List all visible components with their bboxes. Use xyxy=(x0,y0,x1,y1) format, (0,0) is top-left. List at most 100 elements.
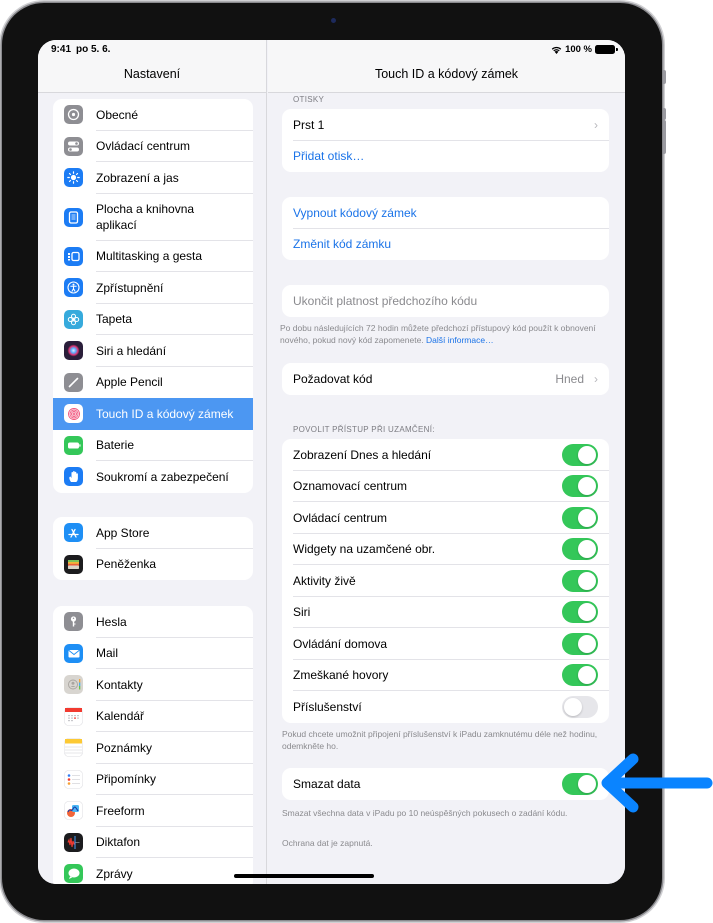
add-fingerprint-link[interactable]: Přidat otisk… xyxy=(293,149,364,163)
lock-access-toggle[interactable] xyxy=(562,695,598,718)
sidebar-item-label: Připomínky xyxy=(96,772,157,787)
require-passcode-value: Hned xyxy=(555,371,584,386)
home-indicator[interactable] xyxy=(234,874,374,878)
lock-access-toggle[interactable] xyxy=(562,538,598,561)
expire-previous-passcode-button[interactable]: Ukončit platnost předchozího kódu xyxy=(293,294,477,308)
lock-access-row: Příslušenství xyxy=(282,691,609,723)
learn-more-link[interactable]: Další informace… xyxy=(426,335,494,345)
detail-pane: Touch ID a kódový zámek OTISKY Prst 1 › … xyxy=(268,40,625,884)
lock-access-toggle[interactable] xyxy=(562,475,598,498)
sidebar-item-label: Zpřístupnění xyxy=(96,280,164,295)
freeform-icon xyxy=(64,801,83,821)
change-passcode-row[interactable]: Změnit kód zámku xyxy=(282,229,609,261)
lock-access-label: Widgety na uzamčené obr. xyxy=(293,542,436,557)
erase-data-toggle[interactable] xyxy=(562,772,598,795)
messages-icon xyxy=(64,864,83,884)
battery-percent: 100 % xyxy=(565,44,592,55)
sidebar-item-reminders[interactable]: Připomínky xyxy=(53,764,253,795)
expire-previous-row[interactable]: Ukončit platnost předchozího kódu xyxy=(282,285,609,317)
sidebar-item-siri[interactable]: Siri a hledání xyxy=(53,335,253,367)
sidebar-item-battery[interactable]: Baterie xyxy=(53,430,253,461)
accessories-footnote: Pokud chcete umožnit připojení příslušen… xyxy=(282,729,598,751)
lock-access-toggle[interactable] xyxy=(562,632,598,655)
lock-access-row: Siri xyxy=(282,597,609,628)
sidebar-item-calendar[interactable]: Kalendář xyxy=(53,701,253,732)
finger-1-row[interactable]: Prst 1 › xyxy=(282,109,609,141)
chevron-right-icon: › xyxy=(594,117,598,132)
expire-footnote: Po dobu následujících 72 hodin můžete př… xyxy=(280,322,615,346)
sidebar-item-key[interactable]: Hesla xyxy=(53,606,253,638)
sidebar-item-switches[interactable]: Ovládací centrum xyxy=(53,131,253,162)
sidebar-item-label: Tapeta xyxy=(96,312,133,327)
lock-access-toggle[interactable] xyxy=(562,601,598,624)
lock-access-toggle[interactable] xyxy=(562,443,598,466)
sidebar-item-home-screen[interactable]: Plocha a knihovna aplikací xyxy=(53,194,253,241)
detail-title: Touch ID a kódový zámek xyxy=(374,67,519,81)
sidebar-item-label: Mail xyxy=(96,646,119,661)
status-indicators: 100 % xyxy=(551,44,618,55)
sidebar-item-label: Ovládací centrum xyxy=(96,139,191,154)
sidebar-item-gear[interactable]: Obecné xyxy=(53,99,253,131)
lock-access-toggle[interactable] xyxy=(562,664,598,687)
lock-access-label: Siri xyxy=(293,605,311,620)
change-passcode-button[interactable]: Změnit kód zámku xyxy=(293,237,391,251)
lock-access-toggle[interactable] xyxy=(562,569,598,592)
sidebar-group: App Store Peněženka xyxy=(53,517,253,580)
sidebar-item-app-store[interactable]: App Store xyxy=(53,517,253,549)
lock-access-toggle[interactable] xyxy=(562,506,598,529)
contacts-icon xyxy=(64,675,83,695)
erase-data-group: Smazat data xyxy=(282,768,609,800)
volume-up-button xyxy=(663,70,666,84)
sidebar-item-label: Freeform xyxy=(96,803,145,818)
battery-icon xyxy=(64,435,83,455)
screen: 9:41 po 5. 6. 100 % Nastavení Obecné Ovlá… xyxy=(38,40,625,884)
sidebar-title: Nastavení xyxy=(123,67,181,81)
sidebar-item-wallet[interactable]: Peněženka xyxy=(53,549,253,581)
sidebar-item-mail[interactable]: Mail xyxy=(53,638,253,669)
sun-icon xyxy=(64,168,83,188)
sidebar-item-freeform[interactable]: Freeform xyxy=(53,795,253,827)
require-passcode-label: Požadovat kód xyxy=(293,371,373,386)
fingerprints-section-label: OTISKY xyxy=(293,95,325,104)
sidebar-item-pencil[interactable]: Apple Pencil xyxy=(53,367,253,399)
wallet-icon xyxy=(64,554,83,574)
sidebar-item-accessibility[interactable]: Zpřístupnění xyxy=(53,272,253,304)
sidebar-item-label: Kalendář xyxy=(96,709,145,724)
lock-access-row: Ovládací centrum xyxy=(282,502,609,534)
sidebar-item-label: Multitasking a gesta xyxy=(96,249,203,264)
sidebar-item-sun[interactable]: Zobrazení a jas xyxy=(53,162,253,194)
turn-off-passcode-row[interactable]: Vypnout kódový zámek xyxy=(282,197,609,229)
sidebar-item-voice-memos[interactable]: Diktafon xyxy=(53,827,253,858)
sidebar-item-flower[interactable]: Tapeta xyxy=(53,304,253,335)
sidebar-group: Hesla Mail Kontakty Kalendář Poznámky Připomí… xyxy=(53,606,253,884)
front-camera xyxy=(331,18,336,23)
sidebar-item-notes[interactable]: Poznámky xyxy=(53,732,253,764)
status-time: 9:41 xyxy=(51,44,72,55)
lock-access-label: Příslušenství xyxy=(293,699,362,714)
sidebar-item-fingerprint[interactable]: Touch ID a kódový zámek xyxy=(53,398,253,430)
sidebar-item-multitasking[interactable]: Multitasking a gesta xyxy=(53,241,253,272)
sidebar-item-label: Plocha a knihovna aplikací xyxy=(96,202,195,232)
lock-access-label: Ovládání domova xyxy=(293,636,388,651)
sidebar-item-hand[interactable]: Soukromí a zabezpečení xyxy=(53,461,253,493)
sidebar: Nastavení Obecné Ovládací centrum Zobrazen… xyxy=(38,40,267,884)
fingerprints-group: Prst 1 › Přidat otisk… xyxy=(282,109,609,172)
sidebar-item-messages[interactable]: Zprávy xyxy=(53,858,253,884)
require-passcode-row[interactable]: Požadovat kód Hned › xyxy=(282,363,609,395)
finger-1-label: Prst 1 xyxy=(293,117,325,132)
lock-access-group: Zobrazení Dnes a hledání Oznamovací centr… xyxy=(282,439,609,723)
lock-access-label: Aktivity živě xyxy=(293,573,356,588)
allow-access-section-label: POVOLIT PŘÍSTUP PŘI UZAMČENÍ: xyxy=(293,425,435,434)
add-fingerprint-row[interactable]: Přidat otisk… xyxy=(282,141,609,173)
notes-icon xyxy=(64,738,83,758)
turn-off-passcode-button[interactable]: Vypnout kódový zámek xyxy=(293,206,417,220)
sidebar-item-label: Obecné xyxy=(96,107,139,122)
battery-icon xyxy=(595,45,618,54)
home-screen-icon xyxy=(64,207,83,227)
lock-access-label: Zmeškané hovory xyxy=(293,668,389,683)
sidebar-item-contacts[interactable]: Kontakty xyxy=(53,669,253,701)
voice-memos-icon xyxy=(64,832,83,852)
key-icon xyxy=(64,612,83,632)
lock-access-row: Zmeškané hovory xyxy=(282,660,609,691)
lock-access-row: Widgety na uzamčené obr. xyxy=(282,534,609,565)
